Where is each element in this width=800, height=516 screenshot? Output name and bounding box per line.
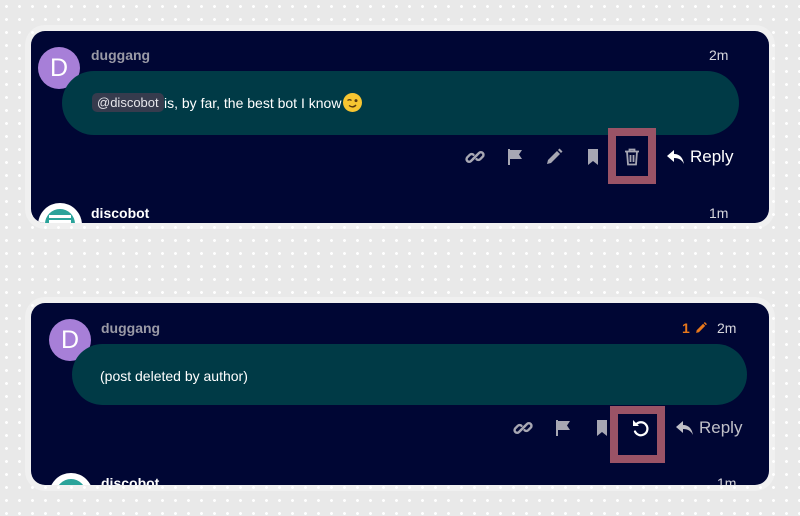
discobot-avatar[interactable] [38, 203, 82, 223]
post-body: @discobot is, by far, the best bot I kno… [62, 71, 739, 135]
discobot-avatar[interactable] [49, 473, 93, 485]
post-username[interactable]: duggang [101, 320, 160, 336]
post-text: (post deleted by author) [100, 368, 248, 384]
reply-arrow-icon [667, 150, 684, 164]
undo-restore-icon[interactable] [631, 418, 651, 438]
reply-label: Reply [690, 147, 734, 166]
edit-pencil-icon[interactable] [544, 147, 564, 167]
flag-icon[interactable] [553, 418, 573, 438]
reply-button[interactable]: Reply [676, 418, 742, 438]
bookmark-icon[interactable] [592, 418, 612, 438]
link-icon[interactable] [465, 147, 485, 167]
post-username[interactable]: duggang [91, 47, 150, 63]
reply-timestamp[interactable]: 1m [717, 475, 736, 485]
trash-icon[interactable] [622, 147, 642, 167]
reply-timestamp[interactable]: 1m [709, 205, 728, 221]
reply-label: Reply [699, 418, 743, 437]
link-icon[interactable] [513, 418, 533, 438]
post-timestamp[interactable]: 2m [717, 320, 736, 336]
bookmark-icon[interactable] [583, 147, 603, 167]
post-card-deleted: D duggang 1 2m (post deleted by author) [31, 303, 769, 485]
reply-button[interactable]: Reply [667, 147, 733, 167]
reply-username[interactable]: discobot [91, 205, 149, 221]
post-card-original: D duggang 2m @discobot is, by far, the b… [31, 31, 769, 223]
edit-pencil-icon [695, 322, 707, 333]
winking-emoji-icon [343, 93, 362, 112]
post-timestamp[interactable]: 2m [709, 47, 728, 63]
post-text: is, by far, the best bot I know [164, 95, 342, 111]
user-mention[interactable]: @discobot [92, 93, 164, 112]
edit-count: 1 [682, 320, 690, 336]
reply-username[interactable]: discobot [101, 475, 159, 485]
flag-icon[interactable] [505, 147, 525, 167]
reply-arrow-icon [676, 421, 693, 435]
post-body: (post deleted by author) [72, 344, 747, 405]
edit-history[interactable]: 1 [682, 320, 708, 336]
